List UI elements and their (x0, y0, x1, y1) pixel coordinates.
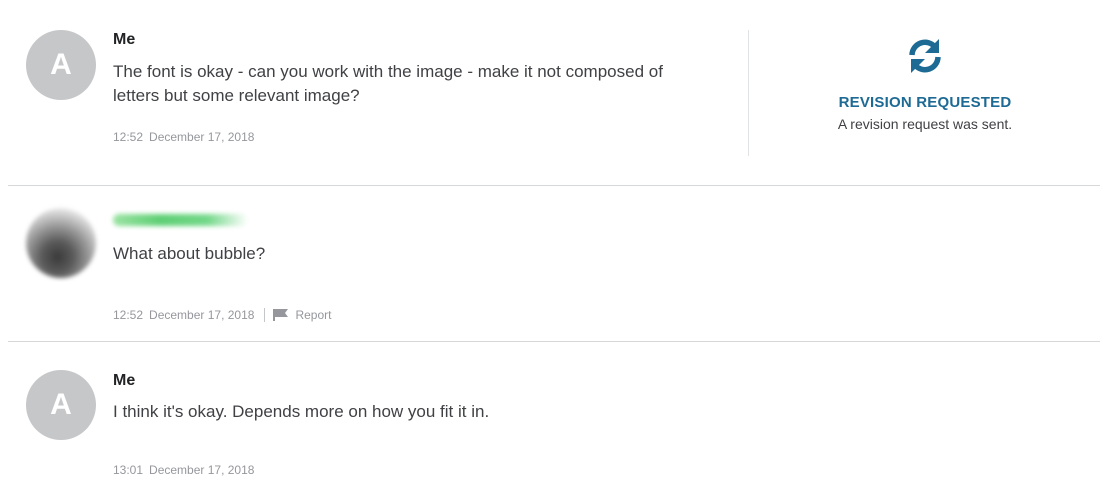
refresh-icon (909, 39, 941, 73)
message-time: 12:52 (113, 130, 144, 144)
message-text: The font is okay - can you work with the… (113, 62, 663, 105)
message-date: December 17, 2018 (149, 463, 255, 477)
message-text: I think it's okay. Depends more on how y… (113, 402, 490, 421)
revision-title: REVISION REQUESTED (838, 94, 1012, 111)
message-meta: 12:52 December 17, 2018 (113, 130, 254, 144)
avatar[interactable]: A (26, 370, 96, 440)
message-meta: 12:52 December 17, 2018 Report (113, 308, 331, 322)
report-label[interactable]: Report (295, 308, 331, 322)
message-item: What about bubble? 12:52 December 17, 20… (0, 186, 1115, 341)
message-date: December 17, 2018 (149, 130, 255, 144)
message-item: A Me The font is okay - can you work wit… (0, 0, 1115, 185)
message-text: What about bubble? (113, 244, 266, 263)
sender-name-blurred[interactable] (113, 214, 248, 226)
revision-status: REVISION REQUESTED A revision request wa… (760, 30, 1090, 132)
vertical-divider (748, 30, 749, 156)
message-meta: 13:01 December 17, 2018 (113, 463, 254, 477)
message-date: December 17, 2018 (149, 308, 255, 322)
sender-name[interactable]: Me (113, 372, 135, 390)
flag-icon (273, 309, 289, 321)
meta-separator (264, 308, 266, 322)
revision-subtitle: A revision request was sent. (837, 116, 1013, 132)
avatar[interactable] (26, 208, 96, 278)
message-time: 12:52 (113, 308, 144, 322)
report-link[interactable]: Report (273, 308, 331, 322)
message-time: 13:01 (113, 463, 144, 477)
message-item: A Me I think it's okay. Depends more on … (0, 342, 1115, 493)
sender-name[interactable]: Me (113, 31, 135, 49)
avatar[interactable]: A (26, 30, 96, 100)
